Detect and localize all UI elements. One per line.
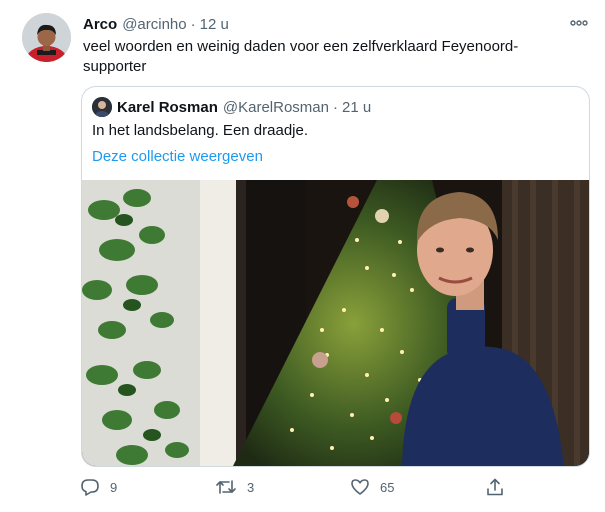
- like-count: 65: [380, 479, 395, 495]
- quoted-author-avatar: [92, 97, 112, 117]
- reply-count: 9: [110, 479, 118, 495]
- quoted-author-handle: @KarelRosman: [222, 98, 329, 116]
- quoted-tweet-text: In het landsbelang. Een draadje.: [92, 122, 308, 139]
- quoted-author-name: Karel Rosman: [117, 98, 218, 116]
- like-button[interactable]: 65: [350, 476, 394, 498]
- share-icon[interactable]: [485, 477, 505, 497]
- author-name[interactable]: Arco: [83, 16, 117, 33]
- quoted-tweet[interactable]: Karel Rosman @KarelRosman · 21 u In het …: [81, 86, 590, 467]
- quoted-tweet-time: 21 u: [341, 98, 372, 116]
- quoted-tweet-photo[interactable]: [82, 180, 589, 466]
- tweet-time[interactable]: 12 u: [200, 16, 229, 33]
- retweet-button[interactable]: 3: [215, 476, 254, 498]
- view-collection-link[interactable]: Deze collectie weergeven: [92, 147, 263, 167]
- separator-dot: ·: [190, 15, 196, 33]
- quoted-tweet-header: Karel Rosman @KarelRosman · 21 u: [92, 96, 371, 118]
- share-button[interactable]: [485, 476, 505, 498]
- author-avatar[interactable]: [22, 13, 71, 62]
- reply-icon[interactable]: [80, 477, 100, 497]
- like-icon[interactable]: [350, 477, 370, 497]
- tweet[interactable]: Arco @arcinho · 12 u veel woorden en wei…: [0, 0, 605, 512]
- quoted-separator-dot: ·: [332, 98, 338, 116]
- retweet-icon[interactable]: [215, 477, 237, 497]
- retweet-count: 3: [247, 479, 255, 495]
- more-horizontal-icon[interactable]: [568, 14, 590, 32]
- tweet-header: Arco @arcinho · 12 u: [83, 13, 229, 35]
- tweet-actions: 9 3 65: [80, 476, 510, 498]
- author-handle[interactable]: @arcinho: [122, 16, 186, 33]
- reply-button[interactable]: 9: [80, 476, 117, 498]
- tweet-text: veel woorden en weinig daden voor een ze…: [83, 38, 519, 75]
